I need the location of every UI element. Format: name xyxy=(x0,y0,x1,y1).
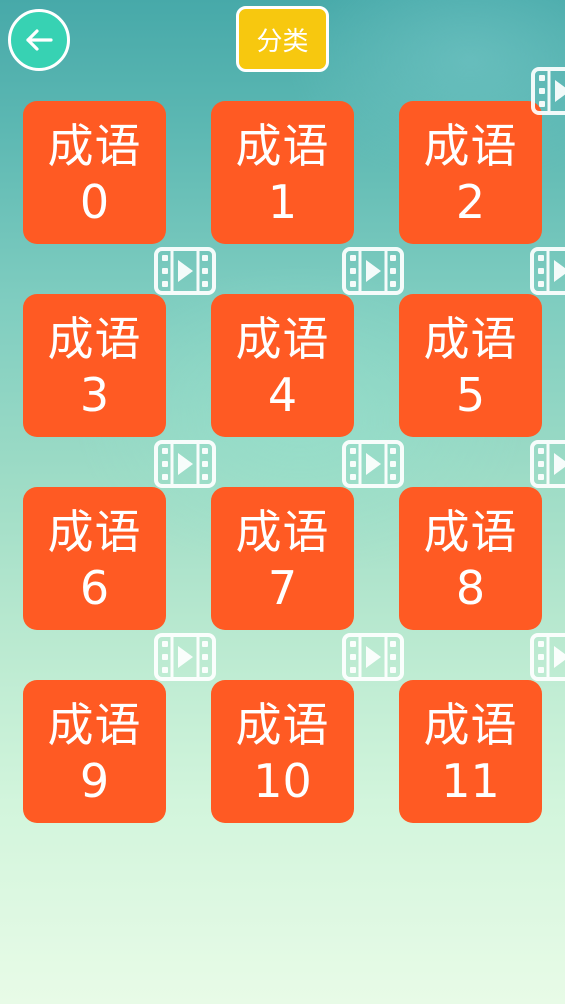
level-number: 7 xyxy=(267,560,298,615)
level-tile-6[interactable]: 成语 6 xyxy=(23,487,166,630)
level-title: 成语 xyxy=(47,504,142,559)
level-title: 成语 xyxy=(423,311,518,366)
level-number: 6 xyxy=(79,560,110,615)
level-tile-10[interactable]: 成语 10 xyxy=(211,680,354,823)
video-play-icon[interactable] xyxy=(341,439,405,489)
level-number: 1 xyxy=(267,174,298,229)
level-number: 2 xyxy=(455,174,486,229)
level-number: 9 xyxy=(79,753,110,808)
level-tile-7[interactable]: 成语 7 xyxy=(211,487,354,630)
video-play-icon[interactable] xyxy=(529,439,565,489)
video-play-icon[interactable] xyxy=(341,632,405,682)
video-play-icon[interactable] xyxy=(341,246,405,296)
level-number: 8 xyxy=(455,560,486,615)
level-title: 成语 xyxy=(47,311,142,366)
level-tile-8[interactable]: 成语 8 xyxy=(399,487,542,630)
level-tile-11[interactable]: 成语 11 xyxy=(399,680,542,823)
level-title: 成语 xyxy=(423,697,518,752)
level-tile-9[interactable]: 成语 9 xyxy=(23,680,166,823)
level-title: 成语 xyxy=(235,118,330,173)
level-grid: 成语 0 成语 1 成语 2 成语 3 成语 4 成语 5 成语 6 成语 7 … xyxy=(0,0,565,1004)
level-tile-5[interactable]: 成语 5 xyxy=(399,294,542,437)
level-number: 11 xyxy=(441,753,500,808)
level-title: 成语 xyxy=(235,311,330,366)
video-play-icon[interactable] xyxy=(529,632,565,682)
level-number: 3 xyxy=(79,367,110,422)
level-title: 成语 xyxy=(235,504,330,559)
level-tile-2[interactable]: 成语 2 xyxy=(399,101,542,244)
level-title: 成语 xyxy=(423,118,518,173)
level-tile-4[interactable]: 成语 4 xyxy=(211,294,354,437)
level-number: 4 xyxy=(267,367,298,422)
video-play-icon[interactable] xyxy=(530,66,565,116)
video-play-icon[interactable] xyxy=(153,439,217,489)
video-play-icon[interactable] xyxy=(153,246,217,296)
level-tile-3[interactable]: 成语 3 xyxy=(23,294,166,437)
level-tile-1[interactable]: 成语 1 xyxy=(211,101,354,244)
level-number: 5 xyxy=(455,367,486,422)
level-title: 成语 xyxy=(47,118,142,173)
video-play-icon[interactable] xyxy=(153,632,217,682)
level-title: 成语 xyxy=(423,504,518,559)
level-title: 成语 xyxy=(235,697,330,752)
video-play-icon[interactable] xyxy=(529,246,565,296)
level-number: 10 xyxy=(253,753,312,808)
level-title: 成语 xyxy=(47,697,142,752)
level-tile-0[interactable]: 成语 0 xyxy=(23,101,166,244)
level-number: 0 xyxy=(79,174,110,229)
